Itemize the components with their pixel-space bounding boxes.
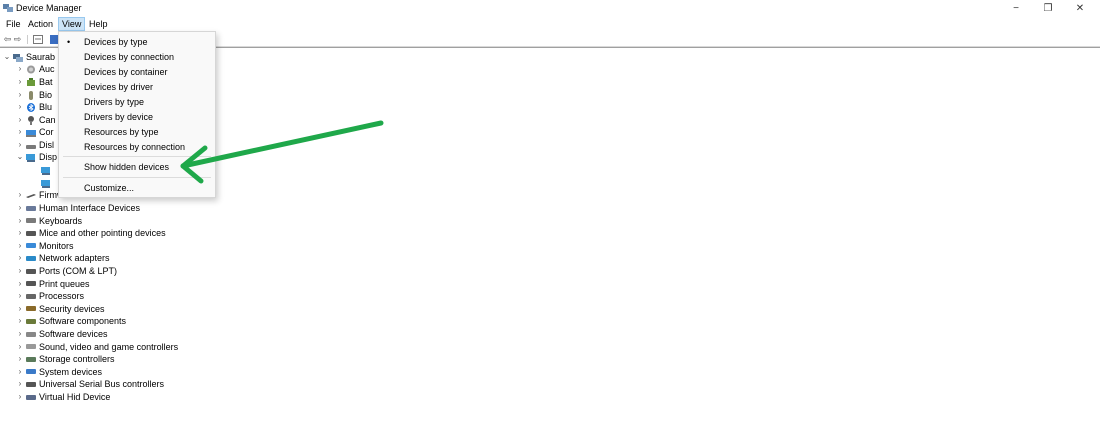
annotation-arrow	[180, 120, 384, 184]
